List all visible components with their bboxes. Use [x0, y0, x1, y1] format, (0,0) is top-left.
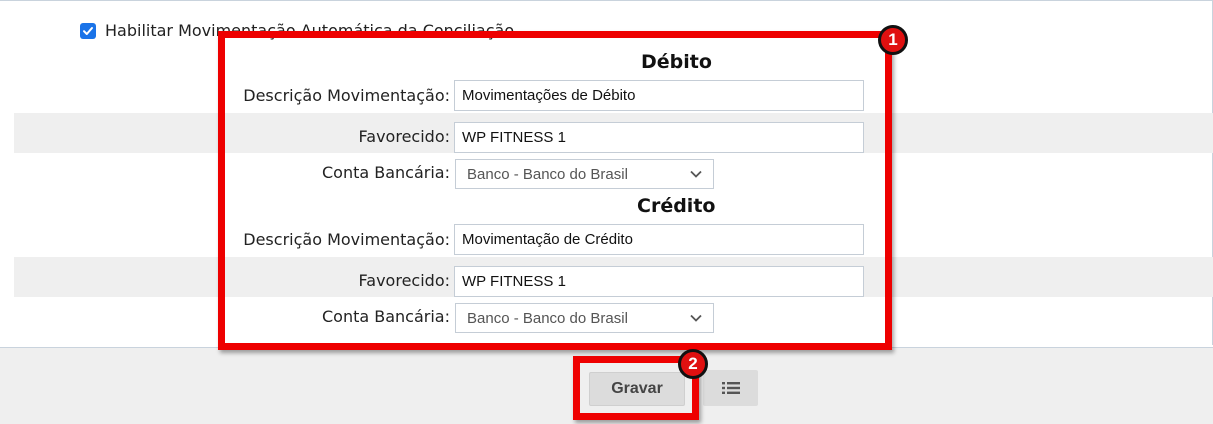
credito-descricao-label: Descrição Movimentação: [243, 230, 450, 249]
debito-descricao-input[interactable] [454, 80, 864, 111]
annotation-marker-2: 2 [678, 349, 708, 379]
debito-favorecido-label: Favorecido: [358, 127, 450, 146]
debito-conta-label: Conta Bancária: [321, 163, 450, 182]
debito-title: Débito [641, 51, 712, 73]
annotation-marker-1: 1 [878, 25, 908, 55]
credito-favorecido-input[interactable] [454, 266, 864, 297]
enable-auto-movement-option[interactable]: Habilitar Movimentação Automática da Con… [80, 21, 514, 40]
credito-title: Crédito [637, 195, 716, 217]
list-button[interactable] [703, 370, 758, 406]
list-icon [721, 382, 740, 394]
debito-descricao-label: Descrição Movimentação: [243, 86, 450, 105]
credito-conta-label: Conta Bancária: [321, 307, 450, 326]
debito-conta-value: Banco - Banco do Brasil [467, 165, 628, 183]
enable-label: Habilitar Movimentação Automática da Con… [105, 21, 515, 40]
debito-favorecido-input[interactable] [454, 122, 864, 153]
top-divider [0, 0, 1213, 1]
chevron-down-icon [690, 314, 702, 322]
credito-conta-select[interactable]: Banco - Banco do Brasil [455, 303, 714, 333]
chevron-down-icon [690, 170, 702, 178]
save-button[interactable]: Gravar [589, 372, 685, 406]
credito-favorecido-label: Favorecido: [358, 271, 450, 290]
credito-conta-value: Banco - Banco do Brasil [467, 309, 628, 327]
credito-descricao-input[interactable] [454, 224, 864, 255]
debito-conta-select[interactable]: Banco - Banco do Brasil [455, 159, 714, 189]
check-icon [83, 26, 93, 35]
enable-checkbox[interactable] [80, 22, 96, 39]
